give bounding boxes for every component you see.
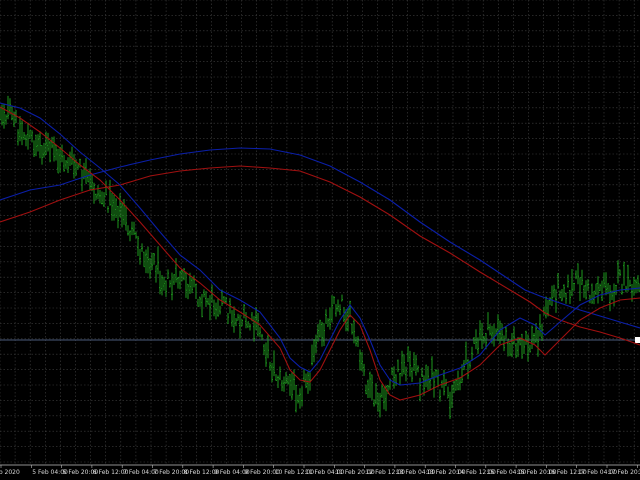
ma-slow-blue	[0, 147, 640, 329]
grid	[0, 0, 640, 465]
time-axis: Feb 20205 Feb 04:005 Feb 20:006 Feb 12:0…	[0, 464, 640, 476]
trading-terminal-chart[interactable]: Feb 20205 Feb 04:005 Feb 20:006 Feb 12:0…	[0, 0, 640, 480]
moving-averages	[0, 102, 640, 401]
ma-slow-red	[0, 165, 640, 346]
price-chart[interactable]: Feb 20205 Feb 04:005 Feb 20:006 Feb 12:0…	[0, 0, 640, 480]
axis-tick-label: 17 Feb 20:00	[608, 469, 640, 476]
ma-fast-red	[0, 106, 640, 401]
ma-fast-blue	[0, 102, 640, 386]
level-marker	[635, 337, 640, 343]
axis-tick-label: Feb 2020	[0, 469, 20, 476]
horizontal-level	[0, 337, 640, 343]
